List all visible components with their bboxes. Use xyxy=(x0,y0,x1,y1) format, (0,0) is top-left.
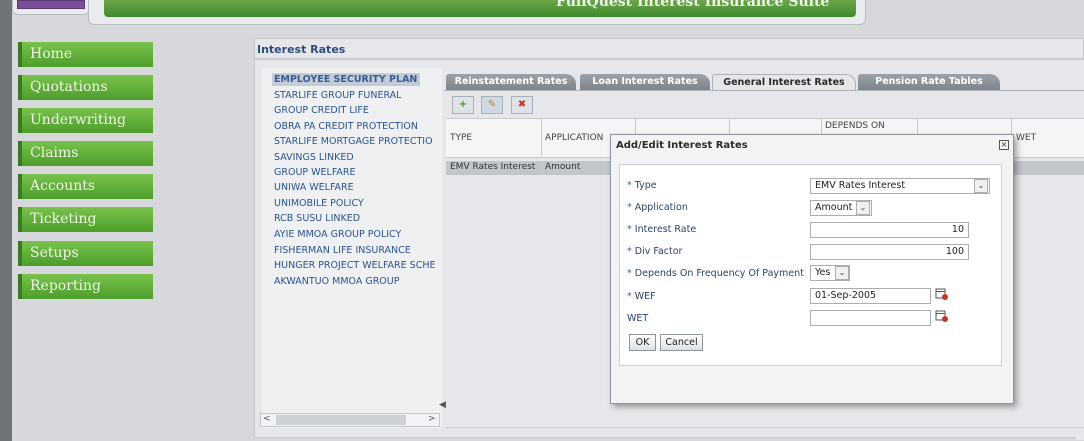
tab-pension-rate-tables[interactable]: Pension Rate Tables xyxy=(858,74,1000,90)
company-logo xyxy=(17,0,85,9)
required-marker: * xyxy=(627,246,632,257)
calendar-icon[interactable] xyxy=(935,287,949,301)
left-edge-strip xyxy=(0,0,12,441)
menu-setups[interactable]: Setups xyxy=(18,241,153,266)
calendar-icon[interactable] xyxy=(935,309,949,323)
menu-reporting[interactable]: Reporting xyxy=(18,274,153,299)
menu-home[interactable]: Home xyxy=(18,42,153,67)
close-icon[interactable]: × xyxy=(999,140,1009,150)
chevron-down-icon[interactable]: ⌄ xyxy=(835,266,849,280)
product-item[interactable]: RCB SUSU LINKED xyxy=(274,213,360,224)
application-label-text: Application xyxy=(634,202,688,213)
product-item[interactable]: HUNGER PROJECT WELFARE SCHE xyxy=(274,260,435,271)
product-item[interactable]: UNIWA WELFARE xyxy=(274,182,354,193)
chevron-down-icon[interactable]: ⌄ xyxy=(856,201,870,215)
wet-label: WET xyxy=(627,313,649,324)
application-label: * Application xyxy=(627,202,688,213)
wet-date-input[interactable] xyxy=(810,310,931,326)
delete-icon[interactable]: ✖ xyxy=(511,96,533,114)
edit-icon[interactable]: ✎ xyxy=(481,96,503,114)
cell-type: EMV Rates Interest xyxy=(450,162,536,172)
type-label: * Type xyxy=(627,180,657,191)
div-factor-label: * Div Factor xyxy=(627,246,682,257)
required-marker: * xyxy=(627,268,632,279)
wef-date-input[interactable]: 01-Sep-2005 xyxy=(810,288,931,304)
ok-button[interactable]: OK xyxy=(629,334,656,351)
menu-underwriting[interactable]: Underwriting xyxy=(18,108,153,133)
tab-reinstatement-rates[interactable]: Reinstatement Rates xyxy=(446,74,576,90)
right-edge-bar xyxy=(1076,60,1084,440)
cancel-button[interactable]: Cancel xyxy=(660,334,703,351)
tab-general-interest-rates[interactable]: General Interest Rates xyxy=(712,74,856,91)
dialog-title: Add/Edit Interest Rates xyxy=(616,140,748,151)
required-marker: * xyxy=(627,202,632,213)
product-item-selected[interactable]: EMPLOYEE SECURITY PLAN xyxy=(272,73,421,86)
product-item[interactable]: FISHERMAN LIFE INSURANCE xyxy=(274,245,411,256)
type-label-text: Type xyxy=(634,180,657,191)
depends-on-frequency-label-text: Depends On Frequency Of Payment xyxy=(634,268,804,279)
title-divider xyxy=(255,58,1084,60)
column-header-application[interactable]: APPLICATION xyxy=(545,133,603,143)
tab-loan-interest-rates[interactable]: Loan Interest Rates xyxy=(580,74,710,90)
grid-bottom-line xyxy=(446,427,1084,428)
required-marker: * xyxy=(627,291,632,302)
interest-rate-input[interactable]: 10 xyxy=(810,222,969,238)
menu-quotations[interactable]: Quotations xyxy=(18,75,153,100)
cell-application: Amount xyxy=(545,162,581,172)
interest-rate-label: * Interest Rate xyxy=(627,224,696,235)
banner-title: FullQuest Interest Insurance Suite xyxy=(556,0,830,10)
product-item[interactable]: GROUP WELFARE xyxy=(274,167,356,178)
product-item[interactable]: SAVINGS LINKED xyxy=(274,152,354,163)
product-item[interactable]: AKWANTUO MMOA GROUP xyxy=(274,276,399,287)
column-header-wet[interactable]: WET xyxy=(1016,133,1036,143)
add-icon[interactable]: + xyxy=(452,96,474,114)
menu-ticketing[interactable]: Ticketing xyxy=(18,207,153,232)
interest-rate-label-text: Interest Rate xyxy=(634,224,697,235)
required-marker: * xyxy=(627,180,632,191)
product-item[interactable]: AYIE MMOA GROUP POLICY xyxy=(274,229,401,240)
panel-title: Interest Rates xyxy=(257,43,346,56)
column-header-depends-on[interactable]: DEPENDS ON xyxy=(825,121,885,131)
column-header-type[interactable]: TYPE xyxy=(450,133,472,143)
product-item[interactable]: STARLIFE MORTGAGE PROTECTIO xyxy=(274,136,433,147)
panel-splitter-icon[interactable]: ◀ xyxy=(439,400,446,410)
required-marker: * xyxy=(627,224,632,235)
product-item[interactable]: STARLIFE GROUP FUNERAL xyxy=(274,90,401,101)
product-item[interactable]: UNIMOBILE POLICY xyxy=(274,198,364,209)
scroll-right-icon[interactable]: > xyxy=(428,414,436,424)
div-factor-label-text: Div Factor xyxy=(634,246,683,257)
column-separator xyxy=(541,118,542,156)
product-item[interactable]: GROUP CREDIT LIFE xyxy=(274,105,369,116)
wef-label-text: WEF xyxy=(634,291,656,302)
product-item[interactable]: OBRA PA CREDIT PROTECTION xyxy=(274,121,418,132)
chevron-down-icon[interactable]: ⌄ xyxy=(974,179,988,193)
scroll-left-icon[interactable]: < xyxy=(263,414,271,424)
row-separator xyxy=(541,161,542,175)
wef-label: * WEF xyxy=(627,291,656,302)
menu-accounts[interactable]: Accounts xyxy=(18,174,153,199)
scroll-thumb[interactable] xyxy=(276,415,406,425)
type-select[interactable]: EMV Rates Interest xyxy=(810,178,990,194)
tab-underline xyxy=(444,90,1084,91)
menu-claims[interactable]: Claims xyxy=(18,141,153,166)
depends-on-frequency-label: * Depends On Frequency Of Payment xyxy=(627,268,804,279)
div-factor-input[interactable]: 100 xyxy=(810,244,969,260)
